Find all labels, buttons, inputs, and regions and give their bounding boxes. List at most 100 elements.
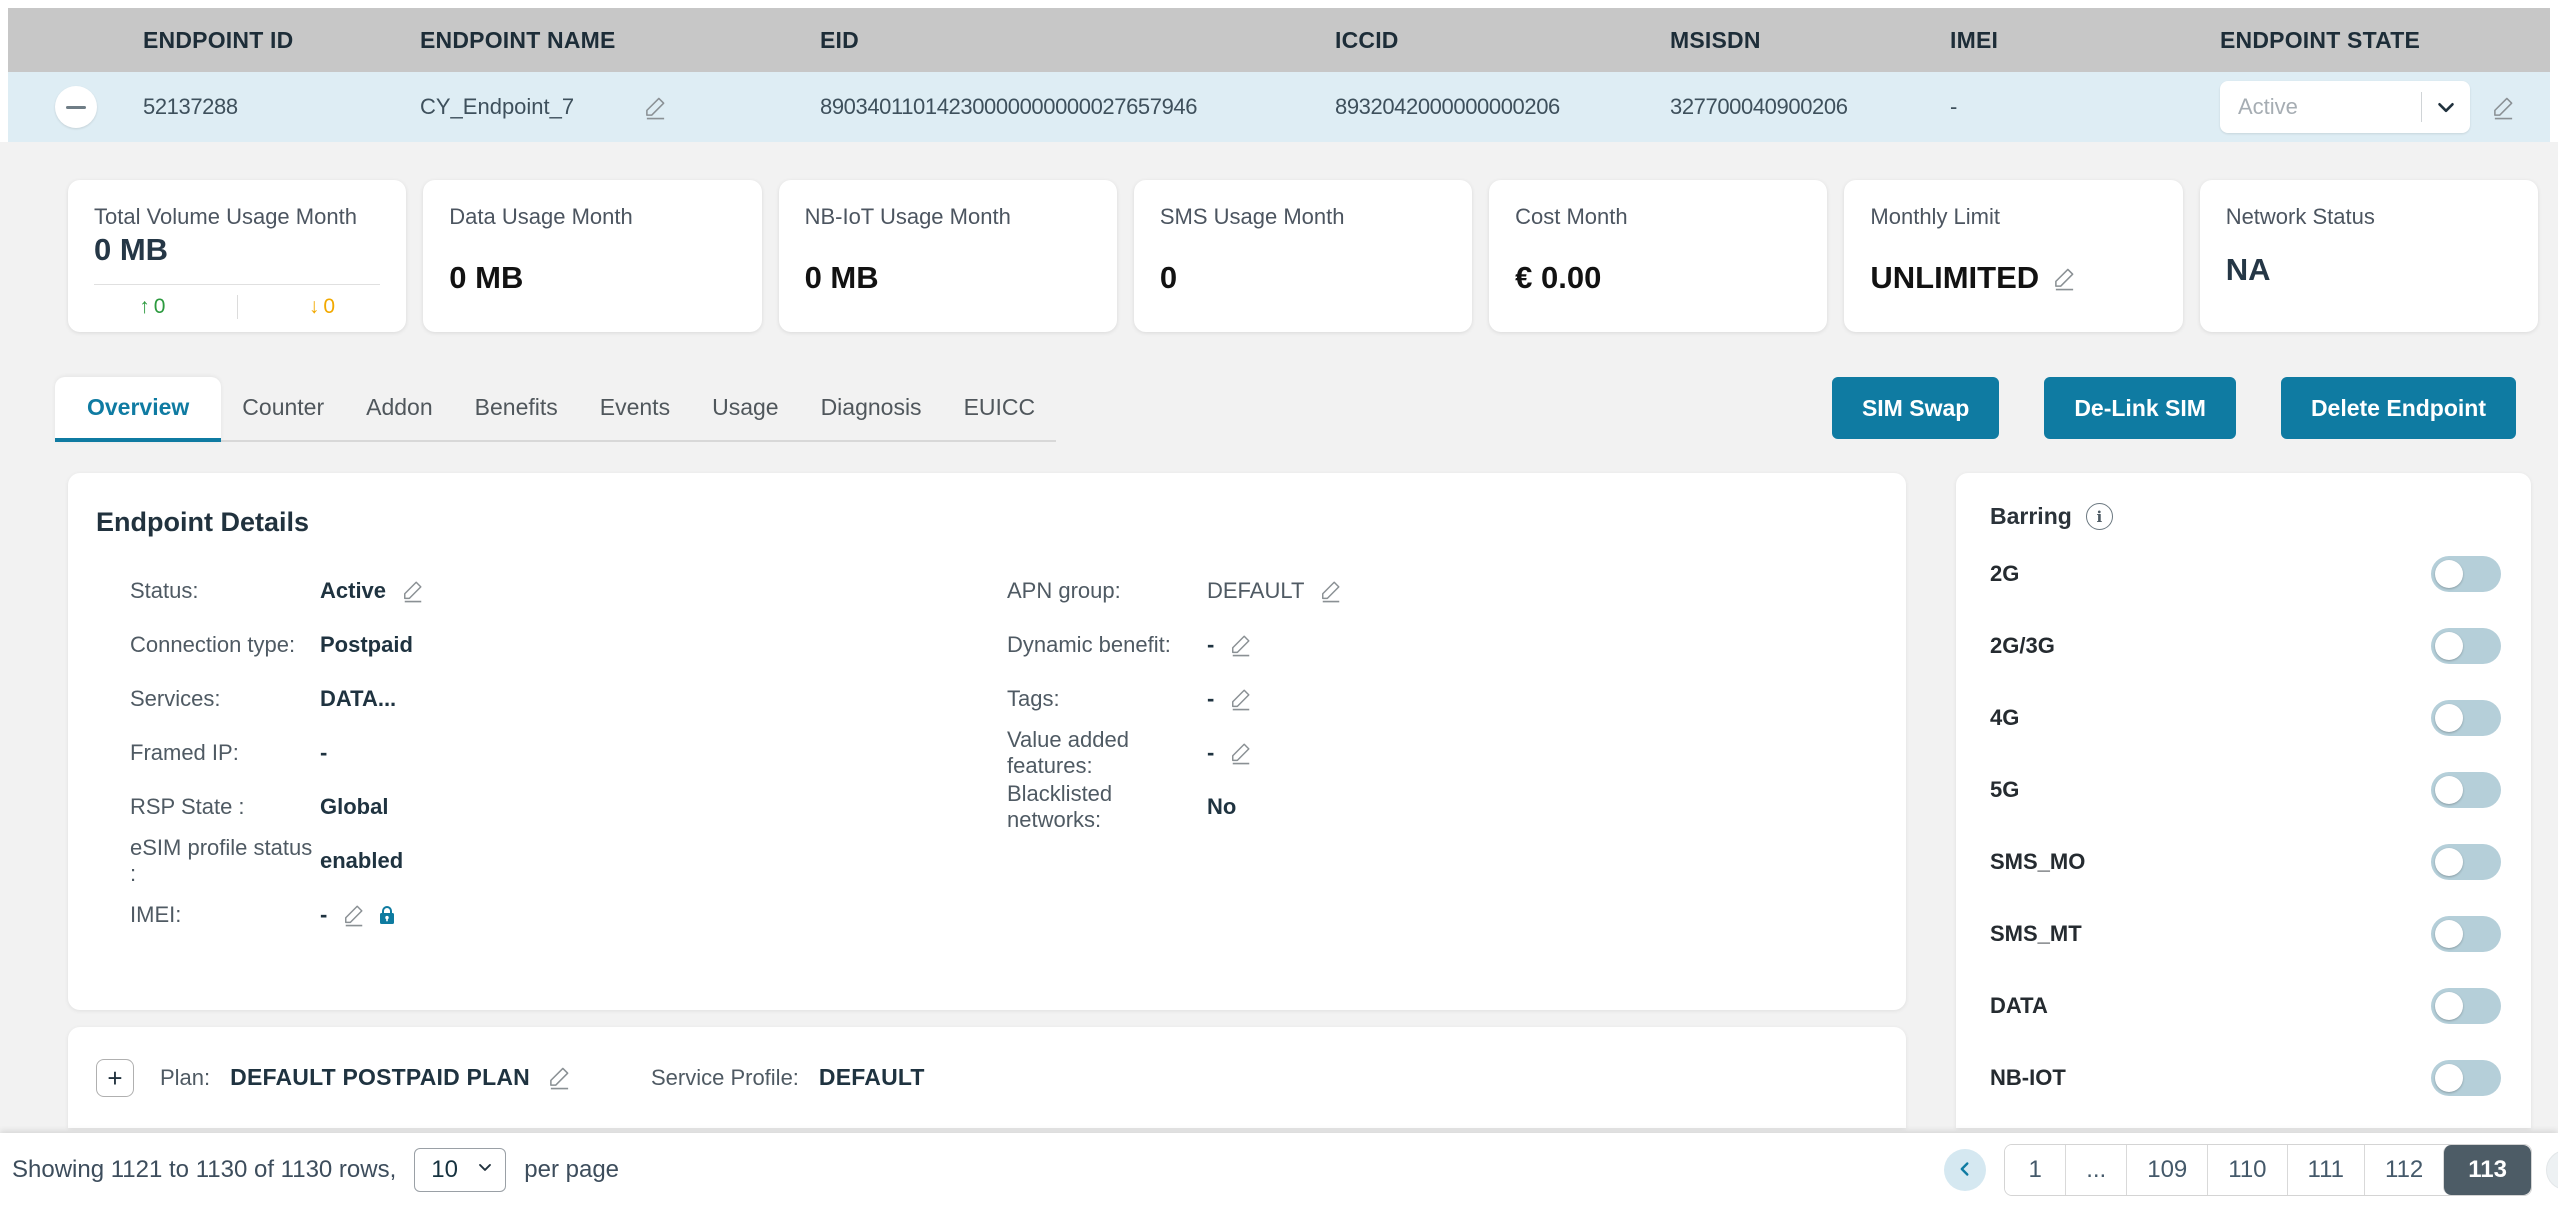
page-button-113-active[interactable]: 113 (2443, 1145, 2531, 1195)
card-value: 0 MB (805, 260, 1091, 296)
edit-endpoint-state-button[interactable] (2492, 95, 2515, 120)
detail-row-services: Services: DATA... (130, 672, 950, 726)
upload-arrow-icon: ↑ (139, 295, 150, 318)
tab-diagnosis[interactable]: Diagnosis (800, 375, 943, 440)
tab-list: Overview Counter Addon Benefits Events U… (55, 375, 1056, 442)
toggle-2g3g[interactable] (2431, 628, 2501, 664)
card-value: UNLIMITED (1870, 260, 2039, 296)
page-button-1[interactable]: 1 (2005, 1145, 2065, 1195)
tab-overview[interactable]: Overview (55, 377, 221, 442)
edit-status-button[interactable] (402, 579, 424, 603)
delink-sim-button[interactable]: De-Link SIM (2044, 377, 2236, 439)
tab-euicc[interactable]: EUICC (943, 375, 1057, 440)
endpoint-name-value: CY_Endpoint_7 (420, 94, 574, 120)
column-header-endpoint-id: ENDPOINT ID (143, 27, 420, 54)
tab-counter[interactable]: Counter (221, 375, 345, 440)
endpoint-details-panel: Endpoint Details Status: Active Connecti… (68, 473, 1906, 1010)
stat-card-total-volume: Total Volume Usage Month 0 MB ↑0 ↓0 (68, 180, 406, 332)
edit-imei-button[interactable] (343, 903, 365, 927)
endpoint-details-title: Endpoint Details (96, 507, 1878, 538)
toggle-data[interactable] (2431, 988, 2501, 1024)
per-page-label: per page (524, 1156, 619, 1184)
endpoints-table-header: ENDPOINT ID ENDPOINT NAME EID ICCID MSIS… (8, 8, 2550, 72)
tab-events[interactable]: Events (579, 375, 691, 440)
stat-cards-row: Total Volume Usage Month 0 MB ↑0 ↓0 Data… (68, 180, 2538, 332)
sim-swap-button[interactable]: SIM Swap (1832, 377, 1999, 439)
page-button-112[interactable]: 112 (2364, 1145, 2443, 1195)
toggle-2g[interactable] (2431, 556, 2501, 592)
edit-pencil-icon (2053, 266, 2076, 291)
card-title: Data Usage Month (449, 204, 735, 230)
detail-row-status: Status: Active (130, 564, 950, 618)
detail-row-tags: Tags: - (1007, 672, 1342, 726)
chevron-down-icon (475, 1156, 495, 1184)
plan-label: Plan: (160, 1065, 210, 1091)
detail-row-value-added-features: Value added features: - (1007, 726, 1342, 780)
card-value: 0 MB (449, 260, 735, 296)
card-value: 0 MB (94, 232, 380, 268)
tab-usage[interactable]: Usage (691, 375, 799, 440)
collapse-row-button[interactable] (55, 86, 97, 128)
toggle-sms-mo[interactable] (2431, 844, 2501, 880)
tab-addon[interactable]: Addon (345, 375, 454, 440)
chevron-left-icon (1954, 1158, 1976, 1183)
pagination-bar: Showing 1121 to 1130 of 1130 rows, 10 pe… (0, 1133, 2558, 1207)
expand-plan-button[interactable]: + (96, 1059, 134, 1097)
imei-value: - (1950, 94, 2220, 120)
tabs-bar: Overview Counter Addon Benefits Events U… (55, 375, 2516, 442)
page-button-110[interactable]: 110 (2207, 1145, 2286, 1195)
edit-pencil-icon (1230, 741, 1252, 765)
tab-benefits[interactable]: Benefits (454, 375, 579, 440)
edit-endpoint-name-button[interactable] (644, 95, 667, 120)
toggle-nb-iot[interactable] (2431, 1060, 2501, 1096)
previous-page-button[interactable] (1944, 1149, 1986, 1191)
column-header-eid: EID (820, 27, 1335, 54)
toggle-4g[interactable] (2431, 700, 2501, 736)
card-title: Total Volume Usage Month (94, 204, 380, 230)
minus-icon (66, 106, 86, 109)
stat-card-data-usage: Data Usage Month 0 MB (423, 180, 761, 332)
page-buttons-group: 1 ... 109 110 111 112 113 (2004, 1144, 2532, 1196)
column-header-imei: IMEI (1950, 27, 2220, 54)
rows-summary: Showing 1121 to 1130 of 1130 rows, (12, 1156, 396, 1184)
edit-pencil-icon (644, 95, 667, 120)
card-value: € 0.00 (1515, 260, 1801, 296)
page-button-ellipsis[interactable]: ... (2065, 1145, 2126, 1195)
msisdn-value: 327700040900206 (1670, 94, 1950, 120)
stat-card-sms-usage: SMS Usage Month 0 (1134, 180, 1472, 332)
toggle-sms-mt[interactable] (2431, 916, 2501, 952)
detail-row-dynamic-benefit: Dynamic benefit: - (1007, 618, 1342, 672)
edit-monthly-limit-button[interactable] (2053, 266, 2076, 291)
card-title: Network Status (2226, 204, 2512, 230)
endpoint-table-row: 52137288 CY_Endpoint_7 89034011014230000… (8, 72, 2550, 142)
barring-row-2g: 2G (1990, 538, 2501, 610)
card-title: Cost Month (1515, 204, 1801, 230)
edit-plan-button[interactable] (548, 1065, 571, 1090)
next-page-button[interactable] (2546, 1150, 2558, 1190)
plan-value: DEFAULT POSTPAID PLAN (230, 1064, 530, 1091)
edit-value-added-features-button[interactable] (1230, 741, 1252, 765)
edit-pencil-icon (1230, 633, 1252, 657)
stat-card-nbiot-usage: NB-IoT Usage Month 0 MB (779, 180, 1117, 332)
page-size-select[interactable]: 10 (414, 1148, 506, 1192)
column-header-endpoint-name: ENDPOINT NAME (420, 27, 820, 54)
edit-apn-group-button[interactable] (1320, 579, 1342, 603)
info-icon[interactable]: i (2086, 503, 2113, 530)
barring-row-5g: 5G (1990, 754, 2501, 826)
barring-row-4g: 4G (1990, 682, 2501, 754)
edit-tags-button[interactable] (1230, 687, 1252, 711)
toggle-5g[interactable] (2431, 772, 2501, 808)
download-count: 0 (323, 295, 335, 318)
plus-icon: + (107, 1065, 122, 1091)
page-button-109[interactable]: 109 (2126, 1145, 2207, 1195)
edit-dynamic-benefit-button[interactable] (1230, 633, 1252, 657)
plan-panel: + Plan: DEFAULT POSTPAID PLAN Service Pr… (68, 1027, 1906, 1128)
page-button-111[interactable]: 111 (2287, 1145, 2364, 1195)
chevron-down-icon (2422, 94, 2470, 120)
edit-pencil-icon (1230, 687, 1252, 711)
endpoint-actions: SIM Swap De-Link SIM Delete Endpoint (1832, 377, 2516, 442)
upload-count: 0 (154, 295, 166, 318)
delete-endpoint-button[interactable]: Delete Endpoint (2281, 377, 2516, 439)
endpoint-state-select[interactable]: Active (2220, 81, 2470, 133)
iccid-value: 8932042000000000206 (1335, 94, 1670, 120)
